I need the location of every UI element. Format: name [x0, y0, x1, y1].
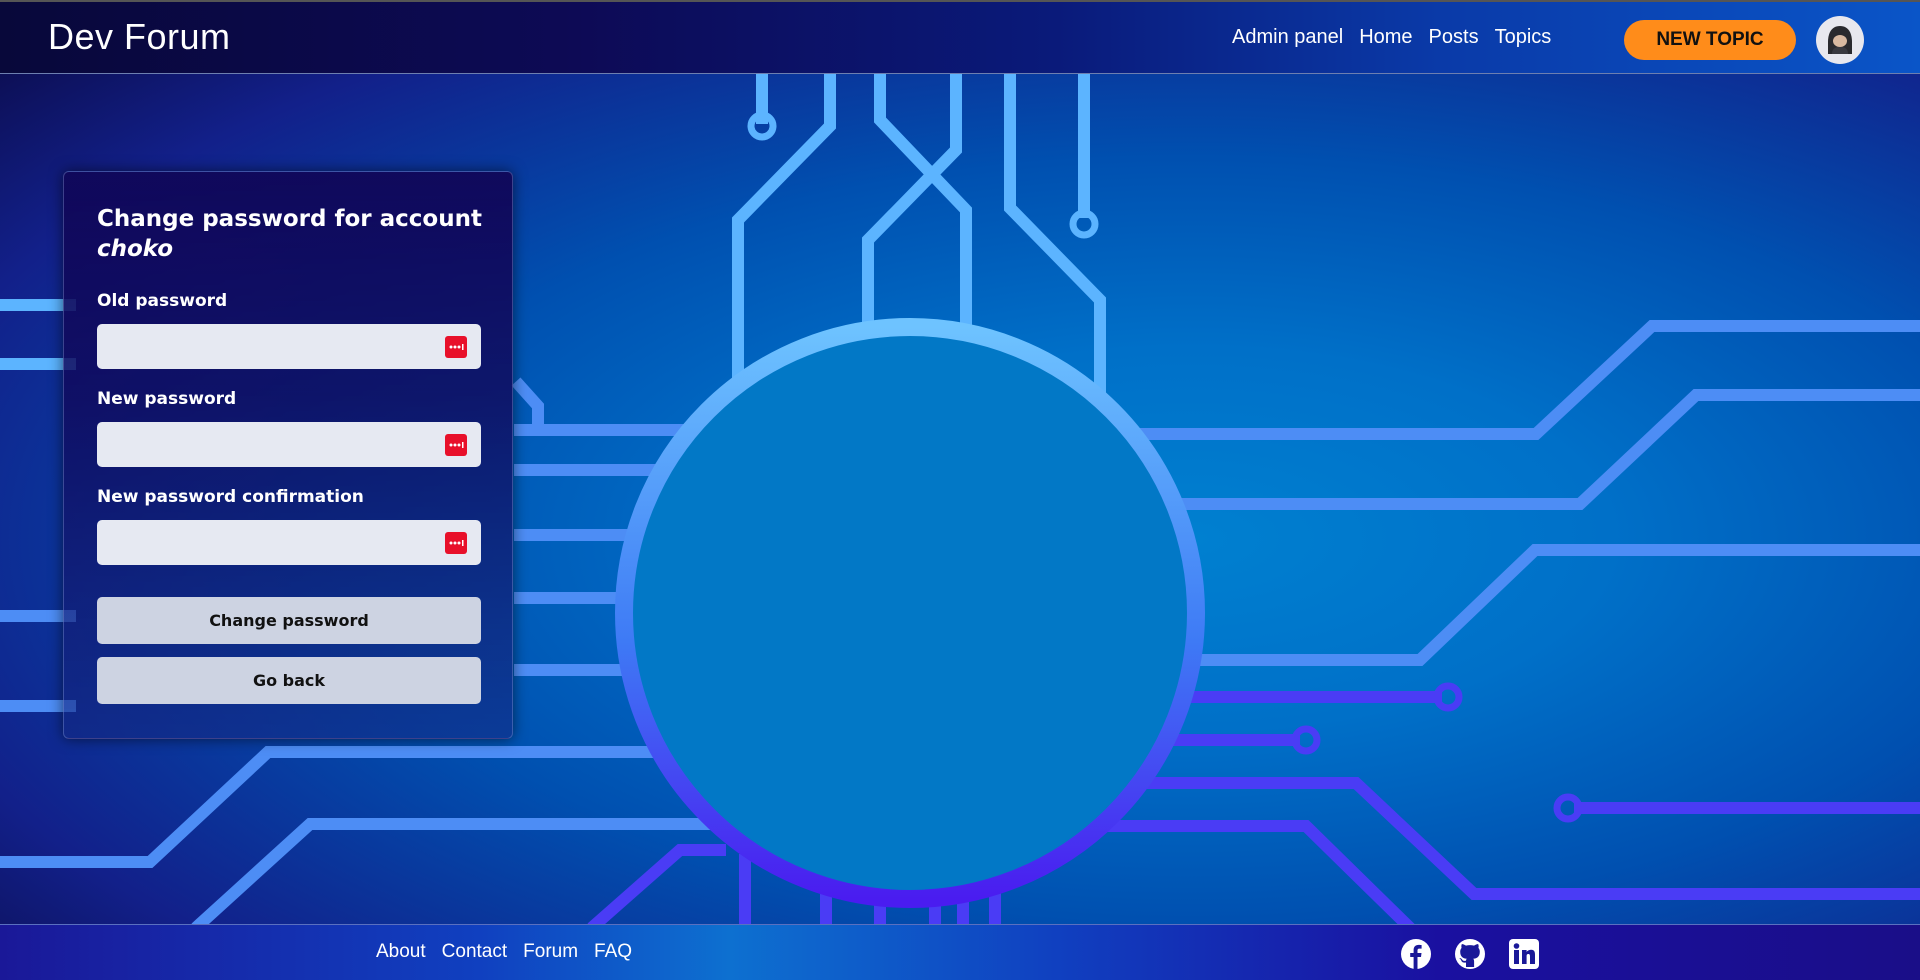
- old-password-label: Old password: [97, 291, 228, 311]
- change-password-card: Change password for account choko Old pa…: [63, 171, 513, 739]
- new-password-confirmation-label: New password confirmation: [97, 487, 364, 507]
- nav-topics[interactable]: Topics: [1495, 26, 1552, 49]
- footer-link-faq[interactable]: FAQ: [594, 941, 632, 963]
- new-password-confirmation-input[interactable]: [97, 520, 481, 565]
- top-navbar: Dev Forum Admin panel Home Posts Topics …: [0, 0, 1920, 74]
- github-icon[interactable]: [1454, 938, 1486, 970]
- nav-admin-panel[interactable]: Admin panel: [1232, 26, 1343, 49]
- new-password-confirmation-field[interactable]: [97, 520, 481, 565]
- footer: About Contact Forum FAQ: [0, 924, 1920, 980]
- facebook-icon[interactable]: [1400, 938, 1432, 970]
- old-password-field[interactable]: [97, 324, 481, 369]
- footer-links: About Contact Forum FAQ: [376, 941, 632, 963]
- password-manager-icon[interactable]: [445, 336, 467, 358]
- site-logo[interactable]: Dev Forum: [48, 16, 231, 58]
- new-password-input[interactable]: [97, 422, 481, 467]
- change-password-button[interactable]: Change password: [97, 597, 481, 644]
- old-password-input[interactable]: [97, 324, 481, 369]
- footer-link-forum[interactable]: Forum: [523, 941, 578, 963]
- new-topic-button[interactable]: NEW TOPIC: [1624, 20, 1796, 60]
- card-title: Change password for account choko: [97, 204, 497, 264]
- password-manager-icon[interactable]: [445, 434, 467, 456]
- nav-home[interactable]: Home: [1359, 26, 1412, 49]
- linkedin-icon[interactable]: [1508, 938, 1540, 970]
- user-avatar[interactable]: [1816, 16, 1864, 64]
- go-back-button[interactable]: Go back: [97, 657, 481, 704]
- nav-posts[interactable]: Posts: [1429, 26, 1479, 49]
- social-links: [1400, 938, 1540, 970]
- new-password-label: New password: [97, 389, 237, 409]
- footer-link-contact[interactable]: Contact: [442, 941, 507, 963]
- hooded-user-icon: [1828, 26, 1852, 54]
- footer-link-about[interactable]: About: [376, 941, 426, 963]
- password-manager-icon[interactable]: [445, 532, 467, 554]
- account-username: choko: [97, 236, 174, 262]
- main-nav: Admin panel Home Posts Topics: [1232, 26, 1551, 49]
- title-prefix: Change password for account: [97, 206, 482, 232]
- new-password-field[interactable]: [97, 422, 481, 467]
